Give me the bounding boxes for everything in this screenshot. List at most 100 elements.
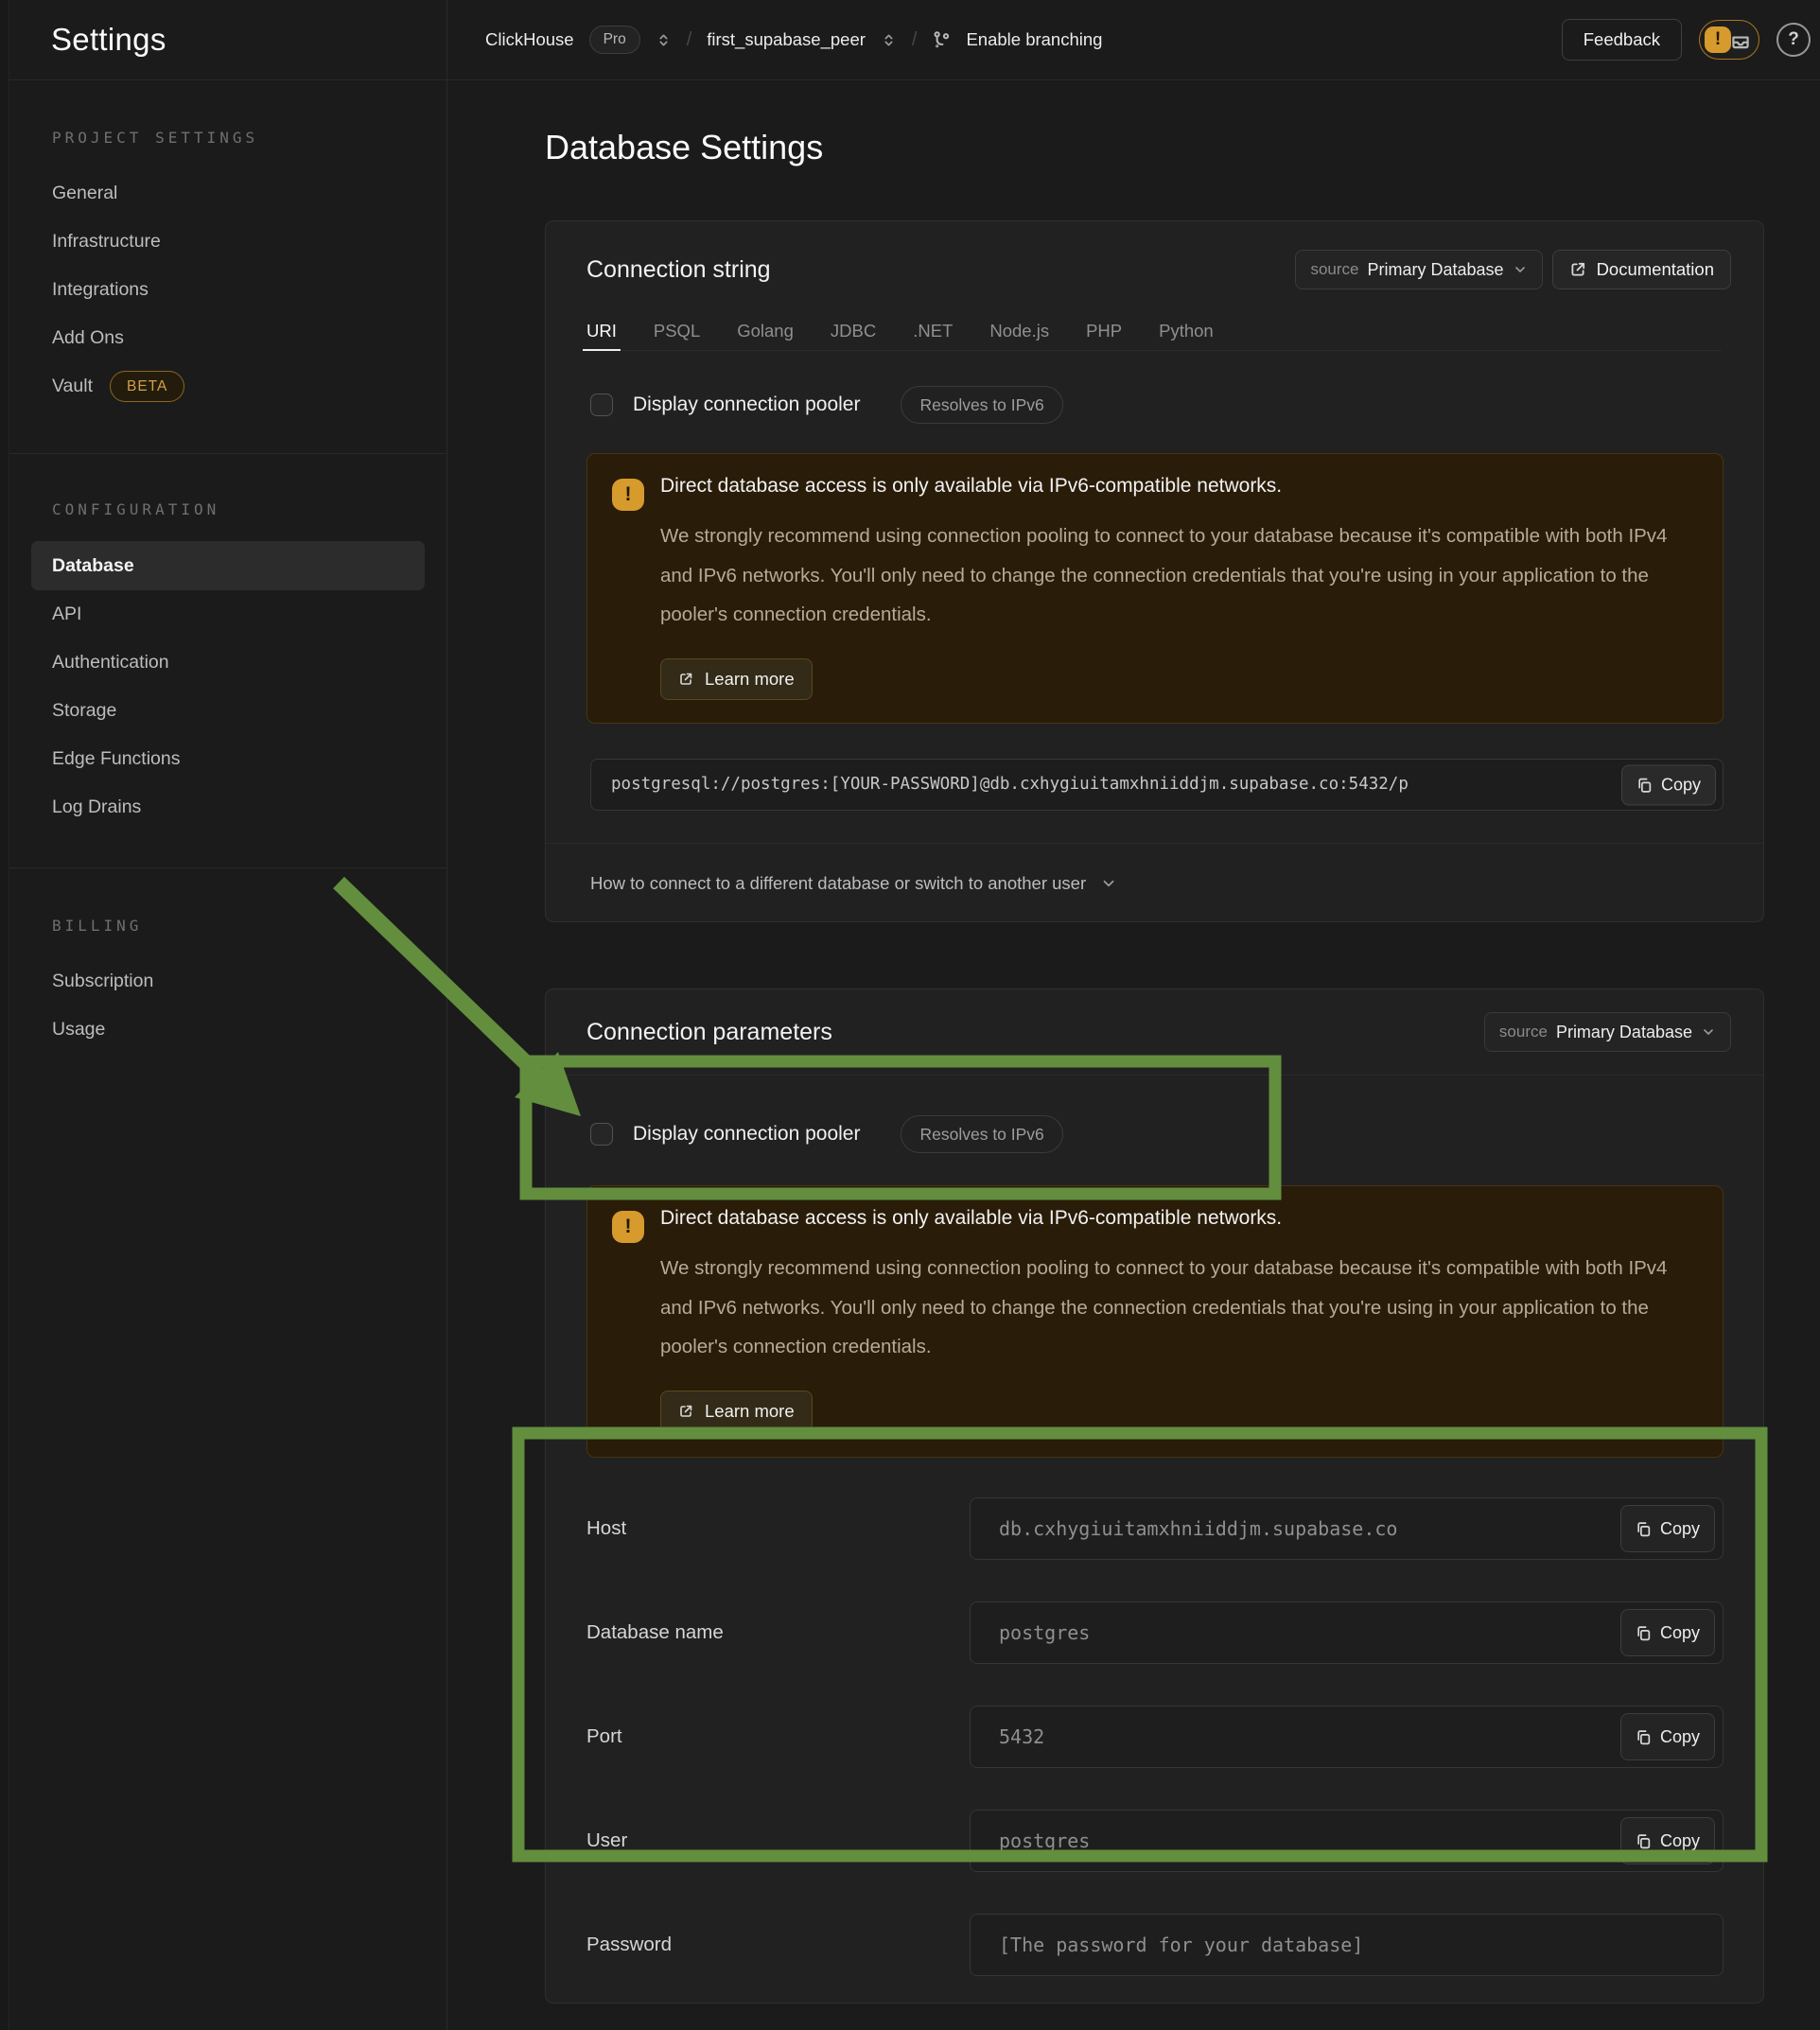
enable-branching-button[interactable]: Enable branching [966,29,1102,50]
sidebar-divider [9,867,446,868]
copy-button[interactable]: Copy [1620,1713,1715,1760]
breadcrumb-org[interactable]: ClickHouse [485,29,574,50]
plan-badge: Pro [589,26,640,54]
help-icon[interactable] [1776,23,1811,57]
sidebar-item-vault[interactable]: Vault BETA [9,362,446,411]
sidebar-item-add-ons[interactable]: Add Ons [9,314,446,362]
connection-parameter-fields: Host db.cxhygiuitamxhniiddjm.supabase.co… [546,1477,1763,1997]
connection-string-title: Connection string [586,256,771,284]
sidebar-title: Settings [9,0,446,80]
feedback-button[interactable]: Feedback [1562,19,1682,61]
password-row: Password [The password for your database… [546,1893,1763,1997]
sidebar-divider [9,453,446,454]
port-row: Port 5432 Copy [546,1685,1763,1789]
main-content: Database Settings Connection string sour… [447,80,1820,2030]
git-branch-icon [932,30,951,49]
chevron-down-icon [1701,1024,1716,1040]
user-row: User postgres Copy [546,1789,1763,1893]
tab-python[interactable]: Python [1159,311,1214,350]
source-select[interactable]: source Primary Database [1484,1012,1731,1052]
org-switcher-icon[interactable] [656,32,672,48]
beta-badge: BETA [110,371,184,402]
connection-string-field[interactable]: postgresql://postgres:[YOUR-PASSWORD]@db… [590,759,1724,811]
field-label: Password [586,1934,970,1956]
sidebar-item-authentication[interactable]: Authentication [9,639,446,687]
sidebar-item-edge-functions[interactable]: Edge Functions [9,735,446,783]
field-label: Host [586,1517,970,1540]
sidebar-item-log-drains[interactable]: Log Drains [9,783,446,831]
configuration-group: CONFIGURATION Database API Authenticatio… [9,490,446,831]
tab-uri[interactable]: URI [586,311,617,350]
sidebar-item-database[interactable]: Database [31,541,425,590]
display-connection-pooler-checkbox[interactable] [590,394,613,416]
inbox-tray-icon [1730,30,1751,51]
connection-string-tabs: URI PSQL Golang JDBC .NET Node.js PHP Py… [586,311,1722,351]
page-title: Database Settings [545,128,823,167]
sidebar-item-api[interactable]: API [9,590,446,639]
ipv6-warning-banner: Direct database access is only available… [586,453,1724,724]
breadcrumb-separator: / [912,29,918,51]
resolves-to-ipv6-badge: Resolves to IPv6 [901,1115,1062,1153]
alert-icon [612,479,644,511]
connection-string-header: Connection string source Primary Databas… [546,221,1763,318]
tab-golang[interactable]: Golang [737,311,794,350]
pooler-row: Display connection pooler Resolves to IP… [590,386,1063,424]
connection-string-value: postgresql://postgres:[YOUR-PASSWORD]@db… [591,760,1723,810]
host-row: Host db.cxhygiuitamxhniiddjm.supabase.co… [546,1477,1763,1581]
top-bar-actions: Feedback [1562,19,1811,61]
sidebar-item-infrastructure[interactable]: Infrastructure [9,218,446,266]
alert-icon [612,1211,644,1243]
settings-sidebar: Settings PROJECT SETTINGS General Infras… [9,0,447,2030]
breadcrumb: ClickHouse Pro / first_supabase_peer / E… [485,26,1102,54]
tab-php[interactable]: PHP [1086,311,1122,350]
connection-parameters-card: Connection parameters source Primary Dat… [545,989,1764,2004]
section-header-billing: BILLING [9,906,446,944]
sidebar-item-integrations[interactable]: Integrations [9,266,446,314]
chevron-down-icon [1100,875,1117,892]
external-link-icon [678,672,693,687]
section-header-configuration: CONFIGURATION [9,490,446,528]
copy-icon [1636,1625,1652,1641]
copy-button[interactable]: Copy [1620,1505,1715,1552]
tab-nodejs[interactable]: Node.js [989,311,1049,350]
host-field[interactable]: db.cxhygiuitamxhniiddjm.supabase.co Copy [970,1497,1724,1560]
ipv6-warning-banner: Direct database access is only available… [586,1185,1724,1458]
user-field[interactable]: postgres Copy [970,1810,1724,1872]
sidebar-item-general[interactable]: General [9,169,446,218]
pooler-row: Display connection pooler Resolves to IP… [590,1115,1063,1153]
learn-more-button[interactable]: Learn more [660,1391,813,1432]
breadcrumb-separator: / [687,29,692,51]
copy-button[interactable]: Copy [1620,1609,1715,1656]
copy-button[interactable]: Copy [1621,764,1716,805]
project-switcher-icon[interactable] [881,32,897,48]
sidebar-item-storage[interactable]: Storage [9,687,446,735]
source-select[interactable]: source Primary Database [1295,250,1542,289]
copy-icon [1636,1729,1652,1745]
billing-group: BILLING Subscription Usage [9,906,446,1054]
how-to-connect-toggle[interactable]: How to connect to a different database o… [590,843,1117,923]
documentation-button[interactable]: Documentation [1552,250,1731,289]
copy-icon [1636,777,1653,793]
display-connection-pooler-checkbox[interactable] [590,1123,613,1146]
connection-parameters-title: Connection parameters [586,1019,832,1046]
resolves-to-ipv6-badge: Resolves to IPv6 [901,386,1062,424]
project-settings-group: PROJECT SETTINGS General Infrastructure … [9,118,446,411]
breadcrumb-project[interactable]: first_supabase_peer [707,29,866,50]
password-field[interactable]: [The password for your database] [970,1914,1724,1976]
database-name-row: Database name postgres Copy [546,1581,1763,1685]
field-label: Port [586,1725,970,1748]
notifications-button[interactable] [1699,20,1759,60]
warning-body: We strongly recommend using connection p… [660,516,1691,635]
database-name-field[interactable]: postgres Copy [970,1601,1724,1664]
learn-more-button[interactable]: Learn more [660,658,813,700]
section-header-project-settings: PROJECT SETTINGS [9,118,446,156]
connection-string-card: Connection string source Primary Databas… [545,220,1764,922]
sidebar-item-usage[interactable]: Usage [9,1006,446,1054]
tab-psql[interactable]: PSQL [654,311,700,350]
sidebar-item-subscription[interactable]: Subscription [9,957,446,1006]
copy-button[interactable]: Copy [1620,1817,1715,1864]
tab-jdbc[interactable]: JDBC [831,311,876,350]
port-field[interactable]: 5432 Copy [970,1706,1724,1768]
warning-title: Direct database access is only available… [660,1207,1282,1230]
tab-dotnet[interactable]: .NET [913,311,953,350]
